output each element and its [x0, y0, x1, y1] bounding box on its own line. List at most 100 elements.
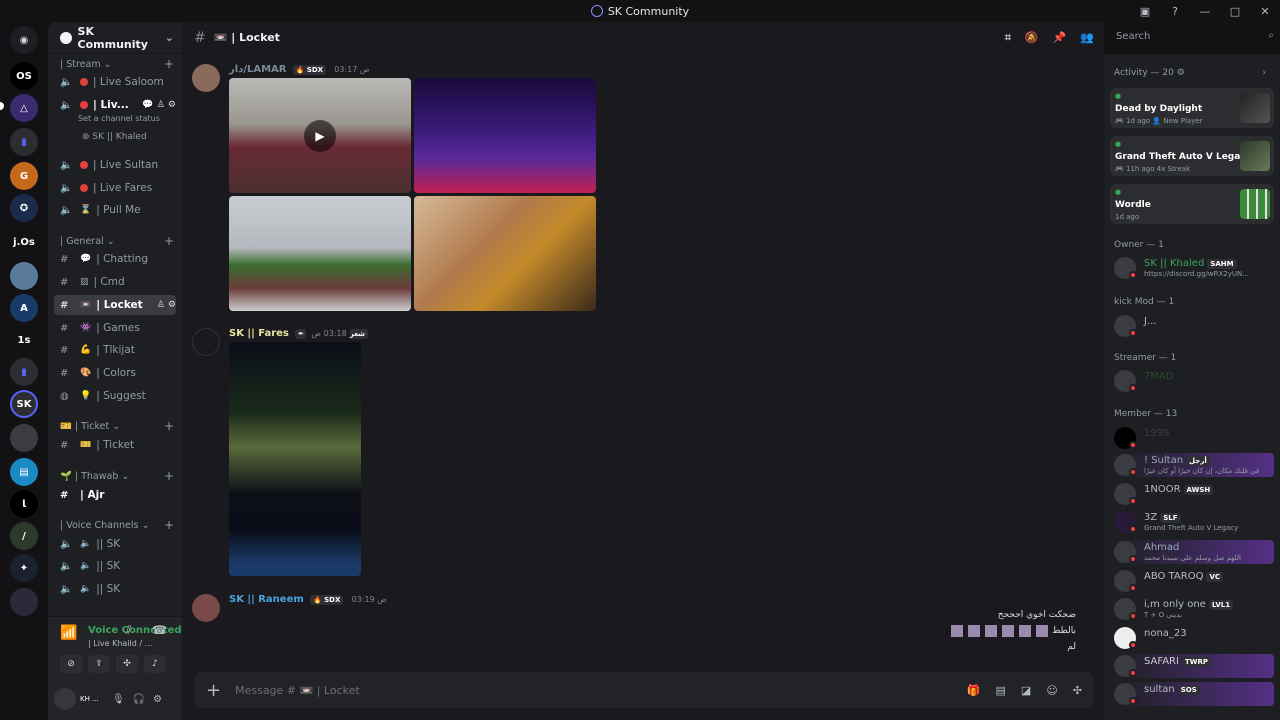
- member-kickmod[interactable]: J...: [1114, 314, 1274, 338]
- server-icon-7[interactable]: [10, 262, 38, 290]
- image-stage[interactable]: [414, 78, 596, 193]
- server-os[interactable]: OS: [10, 62, 38, 90]
- channel-actions-icons[interactable]: 💬 ♙ ⚙: [142, 100, 176, 110]
- headphones-icon[interactable]: 🎧: [133, 694, 145, 705]
- channel-games[interactable]: # 👾 | Games: [54, 318, 176, 338]
- channel-colors[interactable]: # 🎨 | Colors: [54, 363, 176, 383]
- server-1s[interactable]: 1s: [10, 326, 38, 354]
- activity-card[interactable]: ● Wordle 1d ago: [1110, 184, 1274, 224]
- camera-off-button[interactable]: ⊘: [60, 655, 82, 673]
- voice-member-khaled[interactable]: ⊗ SK || Khaled: [82, 132, 147, 142]
- sticker-icon[interactable]: ◪: [1021, 684, 1031, 697]
- chevron-down-icon[interactable]: ⌄: [165, 31, 174, 44]
- soundboard-button[interactable]: ♪: [144, 655, 166, 673]
- emoji-icon[interactable]: ☺: [1046, 684, 1057, 697]
- channel-suggest[interactable]: ◍ 💡 | Suggest: [54, 386, 176, 406]
- threads-icon[interactable]: ⌗: [1005, 31, 1011, 45]
- channel-live-saloom[interactable]: 🔈 | Live Saloom: [54, 72, 176, 92]
- channel-live-sultan[interactable]: 🔈 | Live Sultan: [54, 155, 176, 175]
- image-food[interactable]: [414, 196, 596, 311]
- add-channel-icon[interactable]: +: [164, 234, 174, 248]
- image-stadium[interactable]: [229, 196, 411, 311]
- category-thawab[interactable]: 🌱 | Thawab ⌄ +: [60, 469, 174, 483]
- member-nona[interactable]: nona_23: [1114, 626, 1274, 650]
- discord-home-icon[interactable]: ◉: [10, 26, 38, 54]
- activity-header[interactable]: Activity — 20 ⚙ ›: [1114, 68, 1270, 78]
- category-ticket[interactable]: 🎫 | Ticket ⌄ +: [60, 419, 174, 433]
- add-channel-icon[interactable]: +: [164, 469, 174, 483]
- server-icon-5[interactable]: ✪: [10, 194, 38, 222]
- image-palm-night[interactable]: [229, 342, 361, 576]
- avatar[interactable]: [192, 594, 220, 622]
- add-channel-icon[interactable]: +: [164, 518, 174, 532]
- channel-locket[interactable]: # 📼 | Locket ♙ ⚙: [54, 295, 176, 315]
- image-car-video[interactable]: ▶: [229, 78, 411, 193]
- chevron-right-icon[interactable]: ›: [1262, 68, 1266, 78]
- channel-status-hint[interactable]: Set a channel status: [78, 114, 160, 123]
- channel-tlkijat[interactable]: # 💪 | Tlkijat: [54, 340, 176, 360]
- message-composer[interactable]: + Message # 📼 | Locket 🎁 ▤ ◪ ☺ ✣: [194, 672, 1094, 708]
- category-general[interactable]: | General ⌄ +: [60, 234, 174, 248]
- maximize-button[interactable]: □: [1220, 5, 1250, 18]
- server-icon-13[interactable]: ▤: [10, 458, 38, 486]
- screen-share-button[interactable]: ⇪: [88, 655, 110, 673]
- member-3z[interactable]: 3Z SLF Grand Theft Auto V Legacy: [1114, 510, 1274, 534]
- search-input[interactable]: Search ⌕: [1110, 27, 1280, 49]
- member-noor[interactable]: 1NOOR AWSH: [1114, 482, 1274, 506]
- noise-suppression-icon[interactable]: ⫽: [126, 623, 131, 638]
- author-name[interactable]: دار/LAMAR: [229, 64, 286, 75]
- gear-icon[interactable]: ⚙: [153, 694, 162, 705]
- server-header[interactable]: SK Community ⌄: [48, 22, 182, 54]
- channel-sk-2[interactable]: 🔈 🔈 || SK: [54, 556, 176, 576]
- server-icon-15[interactable]: /: [10, 522, 38, 550]
- member-abotaroq[interactable]: ABO TAROQ VC: [1114, 569, 1274, 593]
- server-icon-8[interactable]: A: [10, 294, 38, 322]
- server-jos[interactable]: j.Os: [10, 228, 38, 256]
- server-icon-12[interactable]: [10, 424, 38, 452]
- server-icon-17[interactable]: [10, 588, 38, 616]
- add-channel-icon[interactable]: +: [164, 57, 174, 71]
- add-channel-icon[interactable]: +: [164, 419, 174, 433]
- channel-ticket[interactable]: # 🎫 | Ticket: [54, 435, 176, 455]
- member-imonlyone[interactable]: i,m only one LVL1 T + O بديني: [1114, 597, 1274, 621]
- channel-settings-icon[interactable]: ♙ ⚙: [157, 300, 176, 310]
- folder-icon[interactable]: ▮: [10, 128, 38, 156]
- user-name[interactable]: KH ...: [80, 695, 102, 703]
- member-streamer[interactable]: 7MAD: [1114, 369, 1274, 393]
- guild-tag[interactable]: 🔥 SDX: [292, 65, 327, 75]
- guild-tag[interactable]: 🔥 SDX: [309, 595, 344, 605]
- gif-icon[interactable]: ▤: [996, 684, 1006, 697]
- help-icon[interactable]: ?: [1160, 5, 1190, 18]
- member-ahmad[interactable]: Ahmad اللهم صل وسلم على سيدنا محمد: [1114, 540, 1274, 564]
- server-icon-14[interactable]: ﺎ: [10, 490, 38, 518]
- channel-live-khaild[interactable]: 🔈 | Liv... 💬 ♙ ⚙: [54, 95, 176, 115]
- apps-icon[interactable]: ✣: [1073, 684, 1082, 697]
- author-name[interactable]: SK || Raneem: [229, 594, 304, 605]
- close-button[interactable]: ✕: [1250, 5, 1280, 18]
- add-attachment-icon[interactable]: +: [206, 680, 221, 701]
- member-khaled[interactable]: SK || Khaled SAHM https://discord.gg/wRX2…: [1114, 256, 1274, 280]
- channel-sk-1[interactable]: 🔈 🔈 || SK: [54, 534, 176, 554]
- server-sk-community[interactable]: SK: [10, 390, 38, 418]
- play-icon[interactable]: ▶: [304, 120, 336, 152]
- activities-button[interactable]: ✣: [116, 655, 138, 673]
- members-icon[interactable]: 👥: [1080, 31, 1094, 45]
- microphone-icon[interactable]: 🎙: [112, 694, 125, 705]
- channel-chatting[interactable]: # 💬 | Chatting: [54, 249, 176, 269]
- author-name[interactable]: SK || Fares: [229, 328, 289, 339]
- minimize-button[interactable]: —: [1190, 5, 1220, 18]
- member-1999[interactable]: 1999: [1114, 426, 1274, 450]
- voice-channel-link[interactable]: | Live Khaild / ...: [88, 639, 152, 648]
- avatar[interactable]: [54, 688, 76, 710]
- avatar[interactable]: [192, 328, 220, 356]
- avatar[interactable]: [192, 64, 220, 92]
- pin-icon[interactable]: 📌: [1053, 31, 1067, 45]
- bell-muted-icon[interactable]: 🔕: [1025, 31, 1039, 45]
- channel-pull-me[interactable]: 🔈 ⌛ | Pull Me: [54, 200, 176, 220]
- folder-icon-2[interactable]: ▮: [10, 358, 38, 386]
- activity-card[interactable]: ● Dead by Daylight 🎮 1d ago 👤 New Player: [1110, 88, 1274, 128]
- member-safari[interactable]: SAFARI TWRP: [1114, 654, 1274, 678]
- channel-ajr[interactable]: # | Ajr: [54, 485, 176, 505]
- channel-sk-3[interactable]: 🔈 🔈 || SK: [54, 579, 176, 599]
- channel-live-fares[interactable]: 🔈 | Live Fares: [54, 178, 176, 198]
